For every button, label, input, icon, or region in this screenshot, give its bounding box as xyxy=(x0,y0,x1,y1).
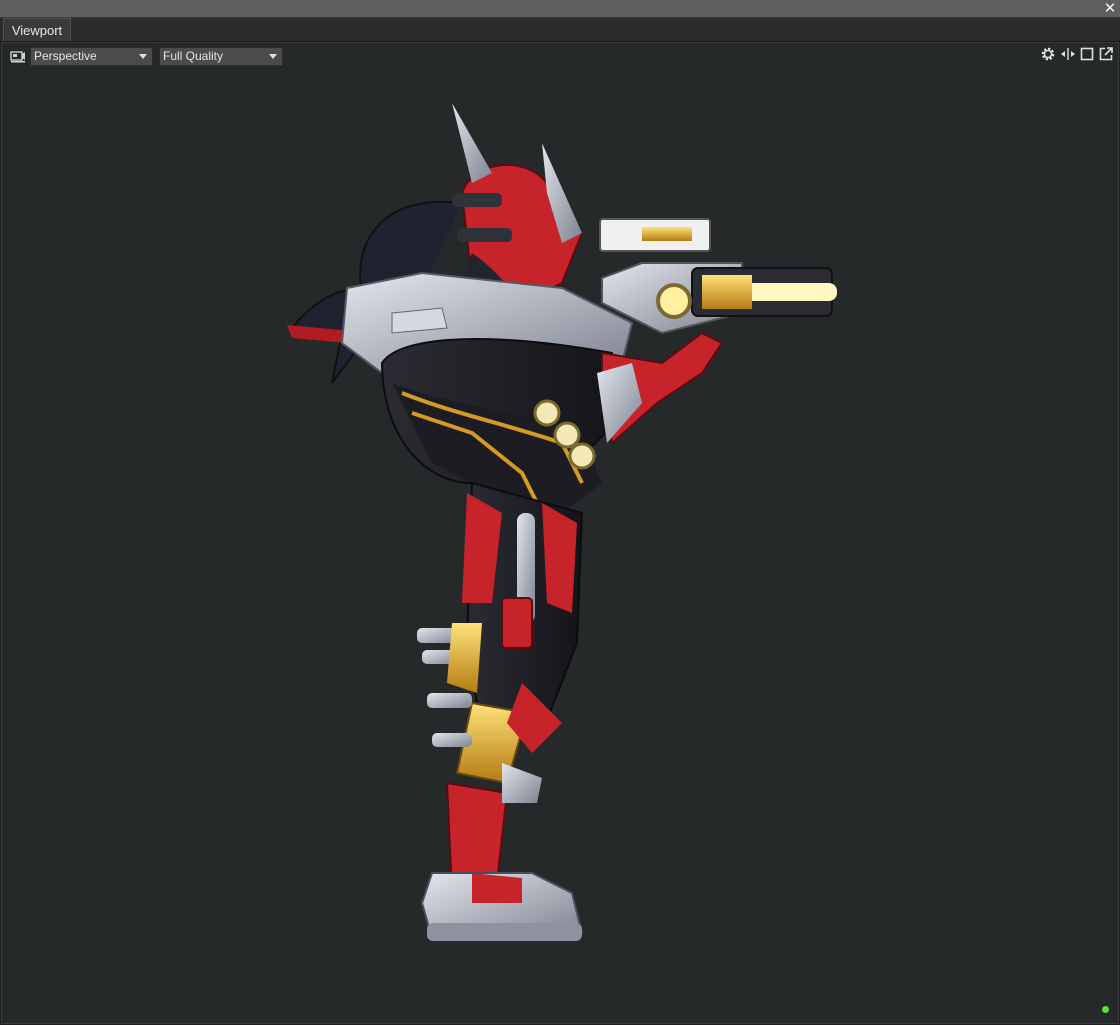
character-model xyxy=(287,103,837,941)
close-icon[interactable]: ✕ xyxy=(1102,0,1118,17)
tab-viewport[interactable]: Viewport xyxy=(3,18,71,41)
status-indicator xyxy=(1102,1006,1109,1013)
tab-strip: Viewport xyxy=(0,18,1120,42)
viewport-panel[interactable]: Perspective Full Quality xyxy=(1,42,1119,1024)
window-titlebar: ✕ xyxy=(0,0,1120,18)
